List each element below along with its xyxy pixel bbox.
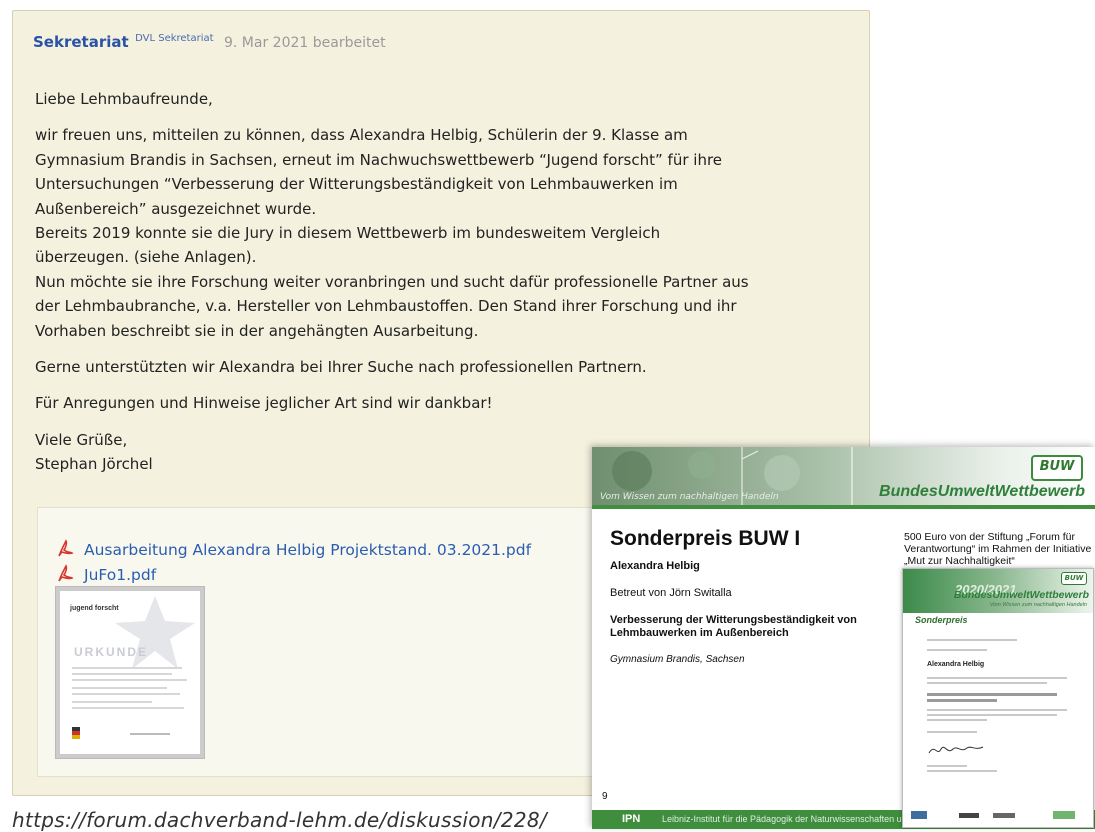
attachment-name: JuFo1.pdf — [84, 566, 157, 584]
certificate-title: Sonderpreis BUW I — [610, 527, 801, 550]
thanks-paragraph: Für Anregungen und Hinweise jeglicher Ar… — [35, 394, 493, 413]
post-header: Sekretariat DVL Sekretariat 9. Mar 2021 … — [33, 33, 386, 51]
urkunde-heading: URKUNDE — [74, 645, 148, 659]
attachment-link[interactable]: JuFo1.pdf — [56, 564, 156, 584]
certificate-preview: jugend forscht URKUNDE — [60, 591, 200, 754]
attachment-thumbnail[interactable]: jugend forscht URKUNDE — [55, 586, 205, 759]
source-url[interactable]: https://forum.dachverband-lehm.de/diskus… — [12, 808, 547, 832]
body-line: Untersuchungen “Verbesserung der Witteru… — [35, 175, 678, 194]
author-link[interactable]: Sekretariat — [33, 33, 129, 51]
sponsor-logo — [993, 813, 1015, 818]
mini-buw-logo: BUW — [1061, 572, 1087, 585]
buw-logo: BUW — [1031, 455, 1083, 481]
ipn-logo: IPN — [622, 813, 641, 825]
school-line: Gymnasium Brandis, Sachsen — [610, 654, 745, 665]
body-line: wir freuen uns, mitteilen zu können, das… — [35, 126, 688, 145]
buw-brand: BundesUmweltWettbewerb — [879, 483, 1085, 500]
banner-tagline: Vom Wissen zum nachhaltigen Handeln — [600, 492, 779, 502]
mini-title: Sonderpreis — [915, 615, 968, 625]
attachment-name: Ausarbeitung Alexandra Helbig Projektsta… — [84, 541, 532, 559]
main-paragraph: wir freuen uns, mitteilen zu können, das… — [35, 123, 815, 343]
mentor-line: Betreut von Jörn Switalla — [610, 587, 732, 599]
body-line: Außenbereich” ausgezeichnet wurde. — [35, 199, 317, 218]
post-body: Liebe Lehmbaufreunde, wir freuen uns, mi… — [35, 87, 815, 489]
support-paragraph: Gerne unterstützten wir Alexandra bei Ih… — [35, 358, 647, 377]
green-rule — [592, 505, 1095, 509]
body-line: der Lehmbaubranche, v.a. Hersteller von … — [35, 297, 737, 316]
mini-certificate: 2020/2021 BUW BundesUmweltWettbewerb Vom… — [902, 568, 1094, 828]
sponsor-logo — [1053, 811, 1075, 819]
pdf-icon — [58, 564, 74, 582]
project-title: Verbesserung der Witterungsbeständigkeit… — [610, 614, 857, 639]
mini-brand: BundesUmweltWettbewerb — [953, 589, 1089, 601]
ipn-mini-logo — [911, 811, 927, 819]
body-line: Vorhaben beschreibt sie in der angehängt… — [35, 321, 479, 340]
jugend-forscht-logo: jugend forscht — [70, 605, 119, 612]
body-line: überzeugen. (siehe Anlagen). — [35, 248, 257, 267]
star-graphic — [115, 596, 195, 669]
sponsor-logo — [959, 813, 979, 818]
post-date: 9. Mar 2021 bearbeitet — [224, 35, 386, 51]
page-number: 9 — [602, 791, 608, 802]
mini-tagline: Vom Wissen zum nachhaltigen Handeln — [989, 602, 1087, 608]
author-role: DVL Sekretariat — [135, 33, 214, 44]
pdf-icon — [58, 539, 74, 557]
mini-honoree: Alexandra Helbig — [927, 661, 985, 668]
body-line: Nun möchte sie ihre Forschung weiter vor… — [35, 272, 749, 291]
body-line: Gymnasium Brandis in Sachsen, erneut im … — [35, 150, 723, 169]
attachment-link[interactable]: Ausarbeitung Alexandra Helbig Projektsta… — [56, 539, 531, 559]
body-line: Bereits 2019 konnte sie die Jury in dies… — [35, 224, 661, 243]
signature-scribble — [928, 746, 984, 754]
prize-description: 500 Euro von der Stiftung „Forum für Ver… — [904, 531, 1092, 567]
greeting: Liebe Lehmbaufreunde, — [35, 90, 213, 108]
honoree-name: Alexandra Helbig — [610, 560, 700, 572]
certificate-overlay: Vom Wissen zum nachhaltigen Handeln BUW … — [592, 447, 1095, 829]
